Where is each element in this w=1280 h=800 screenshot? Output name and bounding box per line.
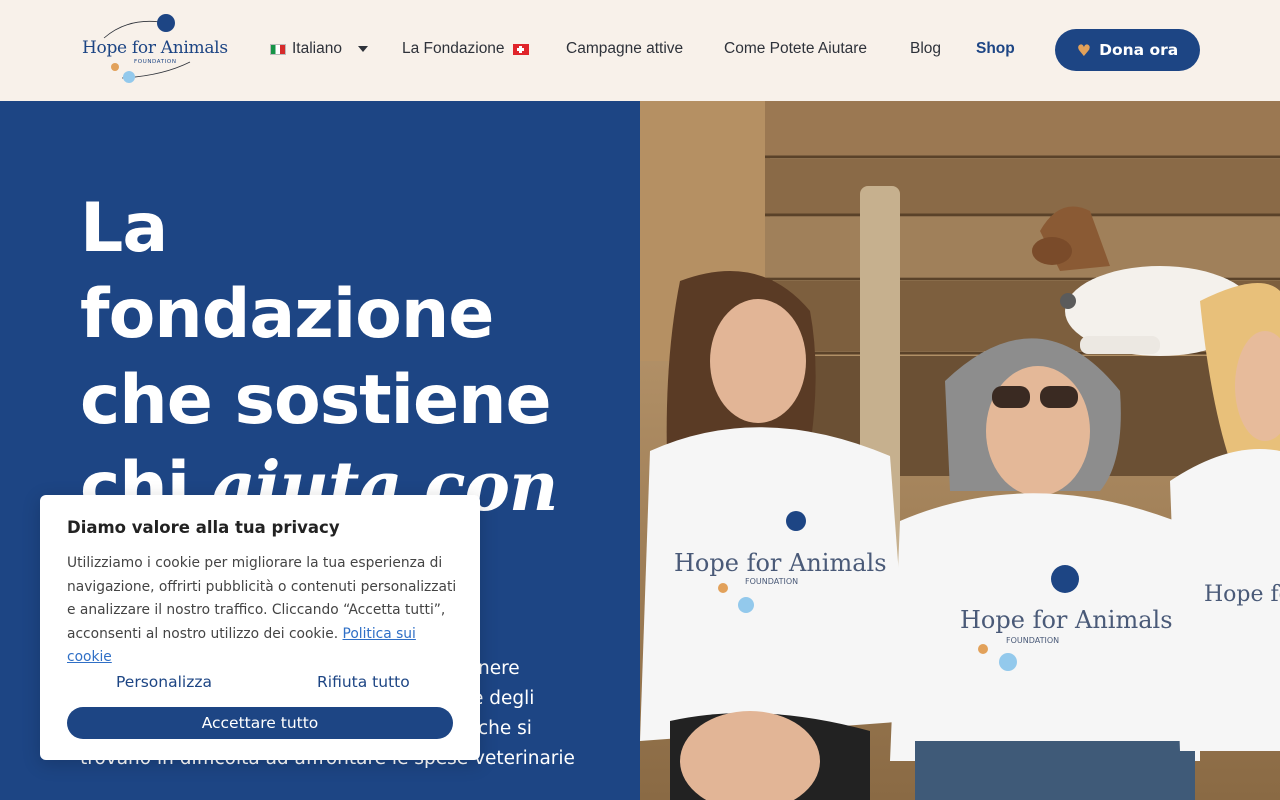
nav-campaigns[interactable]: Campagne attive <box>566 40 683 58</box>
site-header: Hope for Animals FOUNDATION Italiano La … <box>0 0 1280 101</box>
nav-campaigns-label: Campagne attive <box>566 40 684 57</box>
language-label: Italiano <box>292 40 342 57</box>
shirt-logo-subtitle: FOUNDATION <box>745 577 798 586</box>
accept-all-button[interactable]: Accettare tutto <box>67 707 453 739</box>
logo-text: Hope for Animals <box>82 38 228 58</box>
shirt-logo-text: Hope for Animals <box>960 606 1173 634</box>
shirt-logo-text: Hope for Animals <box>674 549 887 577</box>
hero-title-line: fondazione <box>80 275 494 354</box>
accept-all-label: Accettare tutto <box>201 714 319 732</box>
hero-title-line: La <box>80 189 168 268</box>
donate-button[interactable]: ♥ Dona ora <box>1055 29 1200 71</box>
nav-blog[interactable]: Blog <box>910 40 941 58</box>
nav-help[interactable]: Come Potete Aiutare <box>724 40 867 58</box>
chevron-down-icon <box>357 46 368 52</box>
nav-blog-label: Blog <box>910 40 942 57</box>
cookie-title: Diamo valore alla tua privacy <box>67 518 340 537</box>
reject-all-button[interactable]: Rifiuta tutto <box>317 673 410 691</box>
nav-shop-label: Shop <box>976 40 1015 57</box>
nav-shop[interactable]: Shop <box>976 40 1015 58</box>
customize-button[interactable]: Personalizza <box>116 673 212 691</box>
cookie-description: Utilizziamo i cookie per migliorare la t… <box>67 552 462 670</box>
donate-label: Dona ora <box>1099 41 1179 59</box>
logo[interactable]: Hope for Animals FOUNDATION <box>82 12 228 88</box>
swiss-flag-icon <box>512 43 529 55</box>
language-selector[interactable]: Italiano <box>270 40 368 58</box>
heart-icon: ♥ <box>1076 40 1092 60</box>
hero-title: La fondazione che sostiene chi aiuta con <box>80 186 600 531</box>
shirt-logo-text: Hope for Animals <box>1204 582 1280 607</box>
hero-title-line: che sostiene <box>80 361 552 440</box>
logo-subtitle: FOUNDATION <box>134 59 177 65</box>
volunteers-with-goat-image: Hope for Animals FOUNDATION Hope for Ani… <box>640 101 1280 800</box>
hero-photo: Hope for Animals FOUNDATION Hope for Ani… <box>640 101 1280 800</box>
cookie-consent-dialog: Diamo valore alla tua privacy Utilizziam… <box>40 495 480 760</box>
shirt-logo-subtitle: FOUNDATION <box>1006 636 1059 645</box>
nav-foundation-label: La Fondazione <box>402 40 505 57</box>
nav-foundation[interactable]: La Fondazione <box>402 40 529 58</box>
italy-flag-icon <box>270 43 286 55</box>
nav-help-label: Come Potete Aiutare <box>724 40 868 57</box>
